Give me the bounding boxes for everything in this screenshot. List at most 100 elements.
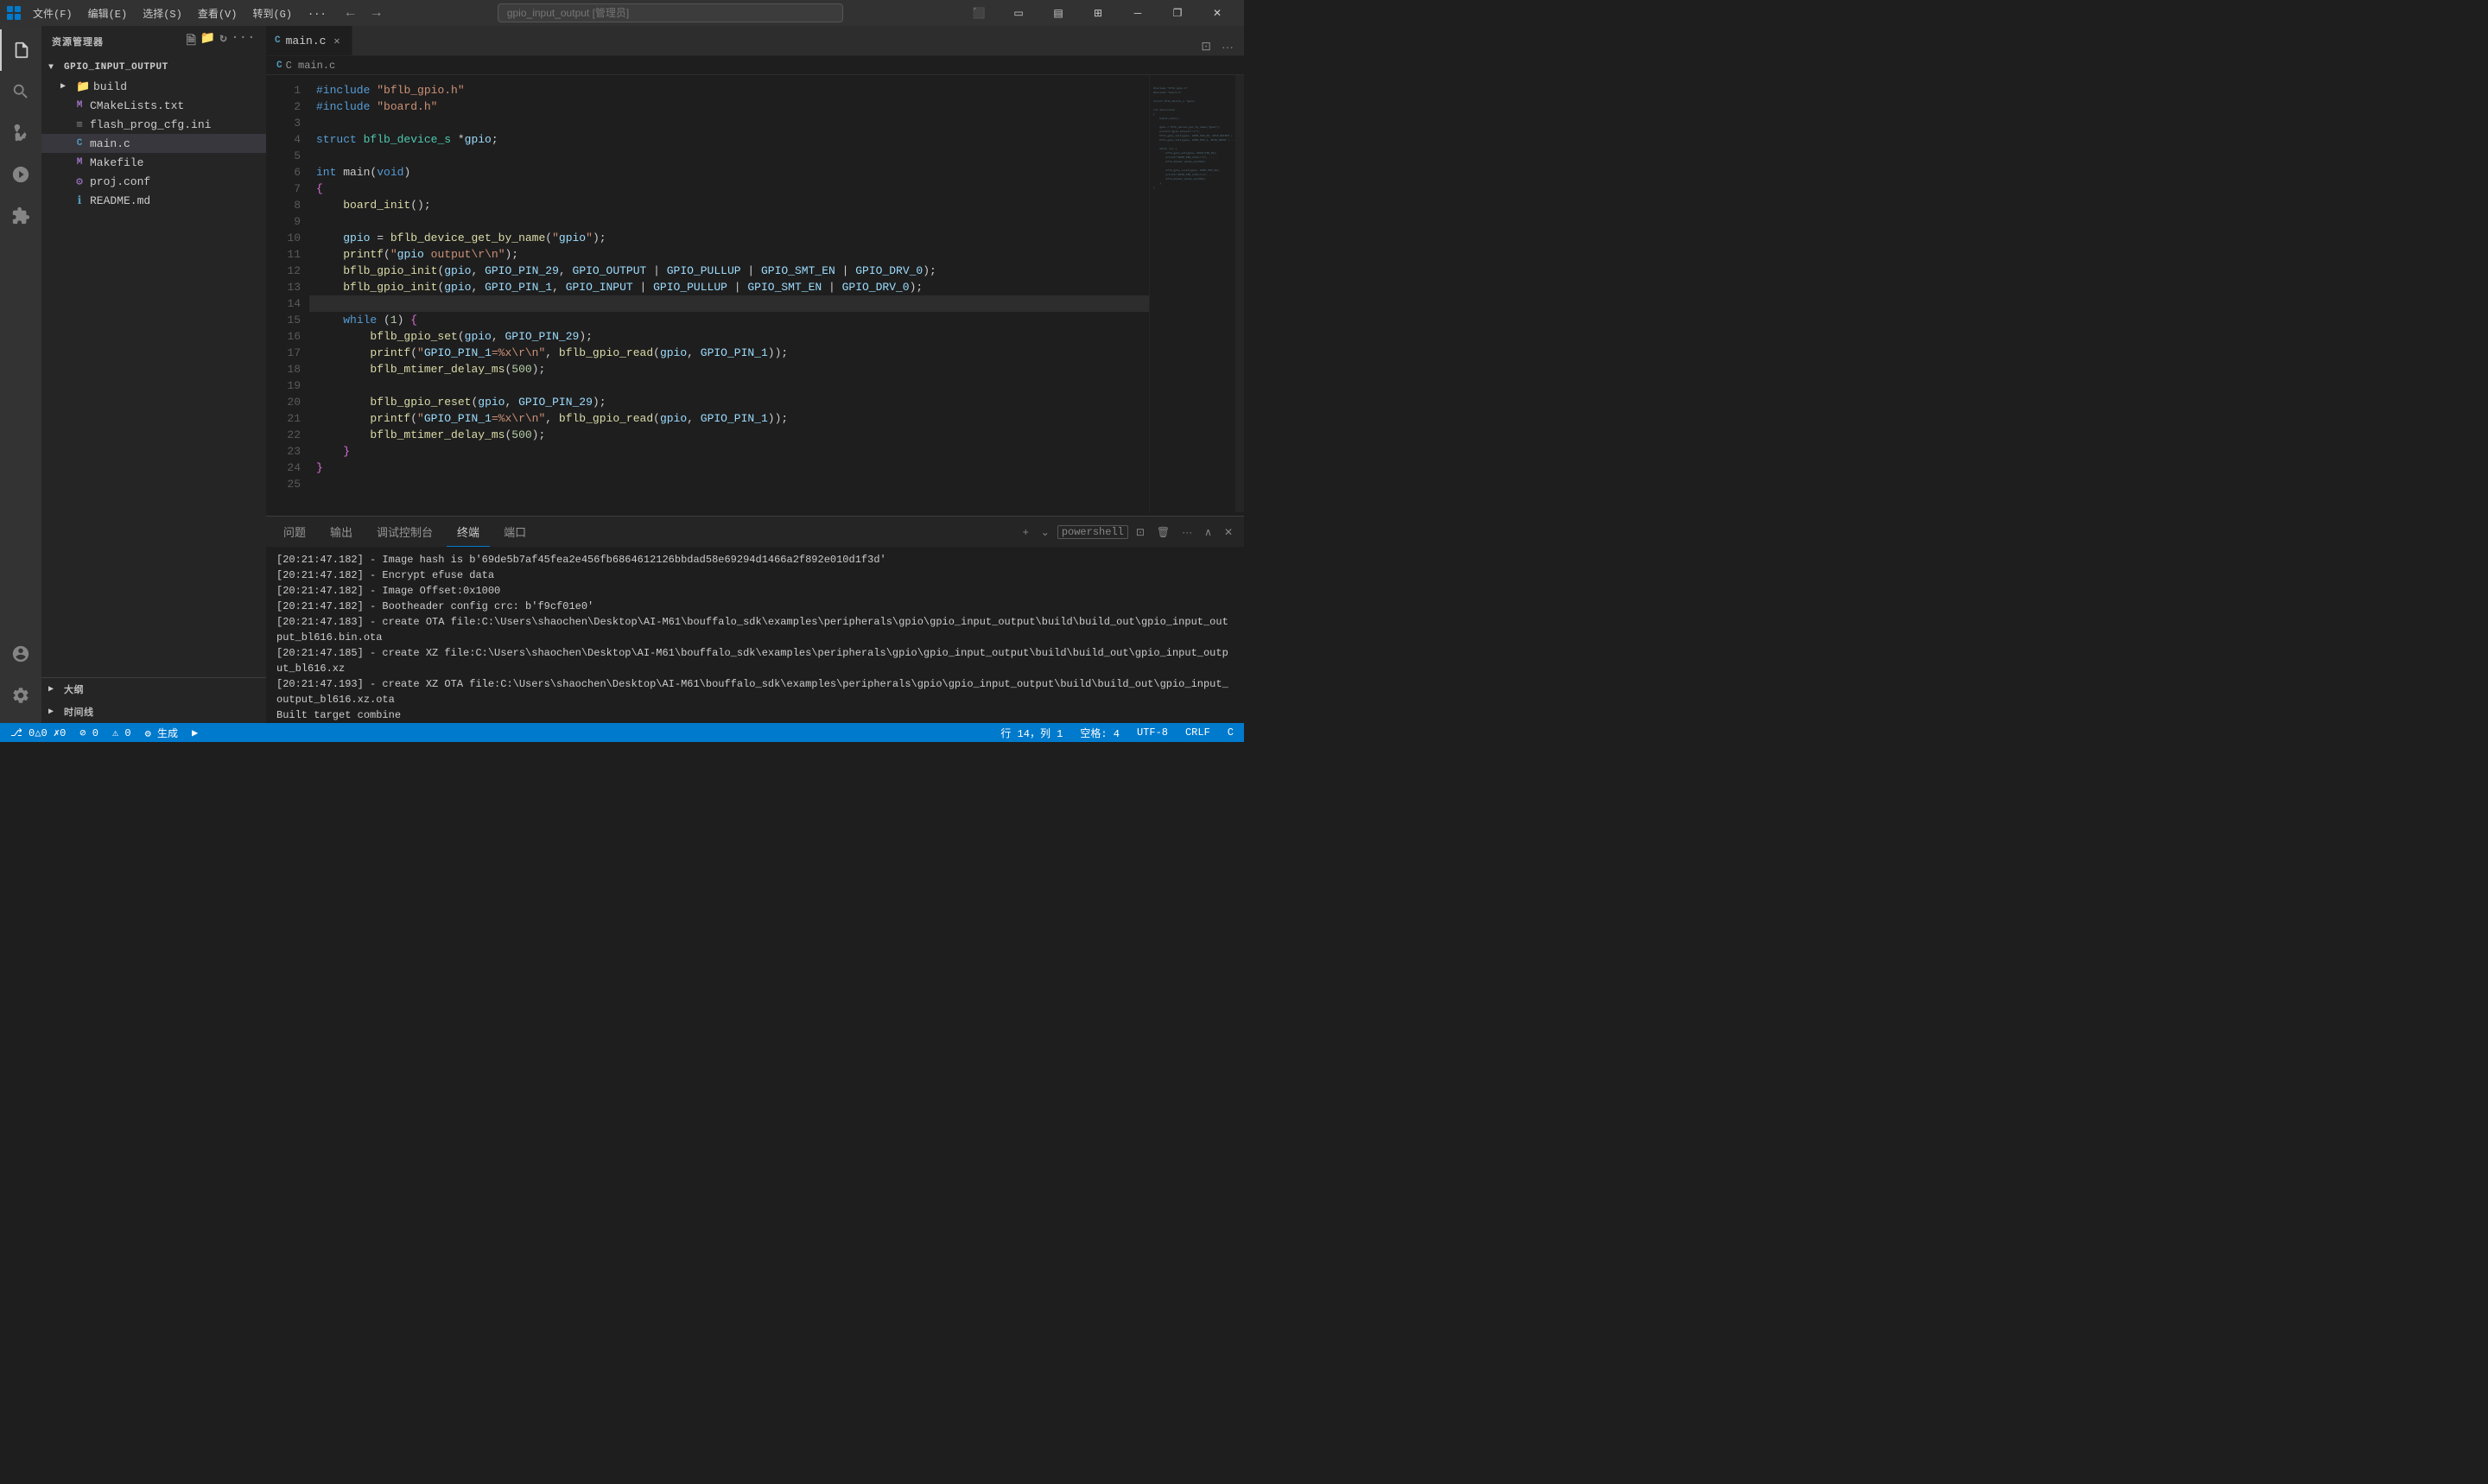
window-layout-button[interactable]: ⬛ bbox=[959, 0, 999, 26]
terminal-content[interactable]: [20:21:47.182] - Image hash is b'69de5b7… bbox=[266, 547, 1244, 723]
sidebar-title-icons: 🗎 📁 ↻ ··· bbox=[187, 31, 256, 52]
menu-edit[interactable]: 编辑(E) bbox=[81, 4, 135, 22]
sidebar-item-main-c[interactable]: C main.c bbox=[41, 134, 266, 153]
panel-chevron-up-button[interactable]: ∧ bbox=[1200, 524, 1216, 540]
terminal-line: [20:21:47.193] - create XZ OTA file:C:\U… bbox=[276, 676, 1234, 707]
tab-close-button[interactable]: ✕ bbox=[331, 34, 342, 48]
refresh-icon[interactable]: ↻ bbox=[219, 31, 227, 52]
line-numbers: 1234567891011121314151617181920212223242… bbox=[266, 75, 309, 512]
tab-label: main.c bbox=[286, 35, 327, 48]
readme-icon: ℹ bbox=[73, 194, 86, 207]
panel-tab-problems[interactable]: 问题 bbox=[273, 517, 316, 547]
cmake-label: CMakeLists.txt bbox=[90, 99, 184, 112]
menu-view[interactable]: 查看(V) bbox=[191, 4, 244, 22]
nav-back-button[interactable]: ← bbox=[339, 3, 363, 22]
activity-explorer[interactable] bbox=[0, 29, 41, 71]
activity-run-debug[interactable] bbox=[0, 154, 41, 195]
breadcrumb-c-icon: C bbox=[276, 60, 282, 71]
search-input[interactable] bbox=[498, 3, 843, 22]
tab-main-c[interactable]: C main.c ✕ bbox=[266, 26, 352, 55]
code-line-10: gpio = bflb_device_get_by_name("gpio"); bbox=[309, 230, 1149, 246]
tab-bar: C main.c ✕ ⊡ ··· bbox=[266, 26, 1244, 56]
menu-file[interactable]: 文件(F) bbox=[26, 4, 79, 22]
panel-tab-output[interactable]: 输出 bbox=[320, 517, 363, 547]
minimap-content: #include "bflb_gpio.h" #include "board.h… bbox=[1150, 75, 1235, 201]
statusbar-language[interactable]: C bbox=[1224, 723, 1237, 742]
powershell-label[interactable]: powershell bbox=[1057, 525, 1128, 539]
window-close-button[interactable]: ✕ bbox=[1197, 0, 1237, 26]
main-layout: 资源管理器 🗎 📁 ↻ ··· ▼ GPIO_INPUT_OUTPUT ▶ 📁 … bbox=[0, 26, 1244, 723]
menu-goto[interactable]: 转到(G) bbox=[245, 4, 299, 22]
statusbar-encoding[interactable]: UTF-8 bbox=[1133, 723, 1171, 742]
panel-tabs: 问题 输出 调试控制台 终端 端口 + ⌄ powershell ⊡ 🗑 ···… bbox=[266, 517, 1244, 547]
window-restore-button[interactable]: ❐ bbox=[1158, 0, 1197, 26]
code-line-15: while (1) { bbox=[309, 312, 1149, 328]
panel-tab-ports[interactable]: 端口 bbox=[493, 517, 536, 547]
sidebar-item-proj-conf[interactable]: ⚙ proj.conf bbox=[41, 172, 266, 191]
code-line-9 bbox=[309, 213, 1149, 230]
main-c-label: main.c bbox=[90, 137, 130, 150]
sidebar-outline[interactable]: ▶ 大纲 bbox=[41, 678, 266, 701]
panel-more-button[interactable]: ··· bbox=[1177, 524, 1196, 540]
statusbar-run[interactable]: ▶ bbox=[188, 723, 201, 742]
tab-actions: ⊡ ··· bbox=[1190, 37, 1244, 55]
activity-settings[interactable] bbox=[0, 675, 41, 716]
panel-tab-debug-console[interactable]: 调试控制台 bbox=[366, 517, 443, 547]
new-file-icon[interactable]: 🗎 bbox=[187, 31, 197, 52]
collapse-icon[interactable]: ··· bbox=[232, 31, 256, 52]
more-actions-button[interactable]: ··· bbox=[1218, 38, 1237, 55]
statusbar-build[interactable]: ⚙ 生成 bbox=[142, 723, 181, 742]
statusbar-spaces[interactable]: 空格: 4 bbox=[1076, 723, 1123, 742]
editor-scrollbar[interactable] bbox=[1235, 75, 1244, 512]
terminal-line: [20:21:47.182] - Image hash is b'69de5b7… bbox=[276, 552, 1234, 568]
code-line-22: bflb_mtimer_delay_ms(500); bbox=[309, 427, 1149, 443]
sidebar-item-cmakelists[interactable]: M CMakeLists.txt bbox=[41, 96, 266, 115]
code-content[interactable]: #include "bflb_gpio.h"#include "board.h"… bbox=[309, 75, 1149, 512]
statusbar-line-ending[interactable]: CRLF bbox=[1182, 723, 1214, 742]
panel-close-button[interactable]: ✕ bbox=[1220, 524, 1237, 540]
statusbar-errors[interactable]: ⊘ 0 bbox=[76, 723, 102, 742]
sidebar-timeline[interactable]: ▶ 时间线 bbox=[41, 701, 266, 723]
statusbar-position[interactable]: 行 14，列 1 bbox=[997, 723, 1066, 742]
activity-account[interactable] bbox=[0, 633, 41, 675]
c-file-icon: C bbox=[73, 138, 86, 149]
window-split-button[interactable]: ▤ bbox=[1038, 0, 1078, 26]
sidebar-item-readme[interactable]: ℹ README.md bbox=[41, 191, 266, 210]
root-label: GPIO_INPUT_OUTPUT bbox=[64, 62, 168, 73]
panel-add-button[interactable]: + bbox=[1019, 524, 1033, 540]
panel-trash-button[interactable]: 🗑 bbox=[1152, 524, 1174, 540]
menu-more[interactable]: ... bbox=[301, 4, 333, 22]
build-label: build bbox=[93, 80, 127, 93]
terminal-line: [20:21:47.182] - Bootheader config crc: … bbox=[276, 599, 1234, 614]
sidebar-item-flash-cfg[interactable]: ≡ flash_prog_cfg.ini bbox=[41, 115, 266, 134]
nav-forward-button[interactable]: → bbox=[365, 3, 389, 22]
panel-split-button[interactable]: ⊡ bbox=[1132, 524, 1149, 540]
tree-root[interactable]: ▼ GPIO_INPUT_OUTPUT bbox=[41, 58, 266, 77]
code-editor[interactable]: 1234567891011121314151617181920212223242… bbox=[266, 75, 1244, 512]
panel-tab-terminal[interactable]: 终端 bbox=[447, 517, 490, 547]
activity-bar bbox=[0, 26, 41, 723]
window-minimize-button[interactable]: ─ bbox=[1118, 0, 1158, 26]
menu-select[interactable]: 选择(S) bbox=[136, 4, 189, 22]
code-line-3 bbox=[309, 115, 1149, 131]
activity-extensions[interactable] bbox=[0, 195, 41, 237]
flash-cfg-label: flash_prog_cfg.ini bbox=[90, 118, 211, 131]
activity-source-control[interactable] bbox=[0, 112, 41, 154]
code-line-25 bbox=[309, 476, 1149, 492]
sidebar-item-makefile[interactable]: M Makefile bbox=[41, 153, 266, 172]
sidebar-item-build[interactable]: ▶ 📁 build bbox=[41, 77, 266, 96]
split-editor-button[interactable]: ⊡ bbox=[1197, 37, 1215, 55]
code-line-23: } bbox=[309, 443, 1149, 460]
code-line-8: board_init(); bbox=[309, 197, 1149, 213]
titlebar: 文件(F) 编辑(E) 选择(S) 查看(V) 转到(G) ... ← → ⬛ … bbox=[0, 0, 1244, 26]
window-layout2-button[interactable]: ▭ bbox=[999, 0, 1038, 26]
panel-chevron-button[interactable]: ⌄ bbox=[1037, 524, 1054, 540]
activity-search[interactable] bbox=[0, 71, 41, 112]
search-bar[interactable] bbox=[498, 3, 843, 22]
window-grid-button[interactable]: ⊞ bbox=[1078, 0, 1118, 26]
tab-file-icon: C bbox=[275, 35, 281, 46]
new-folder-icon[interactable]: 📁 bbox=[200, 31, 216, 52]
statusbar-source-control[interactable]: ⎇ 0△0 ✗0 bbox=[7, 723, 69, 742]
statusbar-warnings[interactable]: ⚠ 0 bbox=[109, 723, 135, 742]
timeline-arrow: ▶ bbox=[48, 707, 60, 717]
